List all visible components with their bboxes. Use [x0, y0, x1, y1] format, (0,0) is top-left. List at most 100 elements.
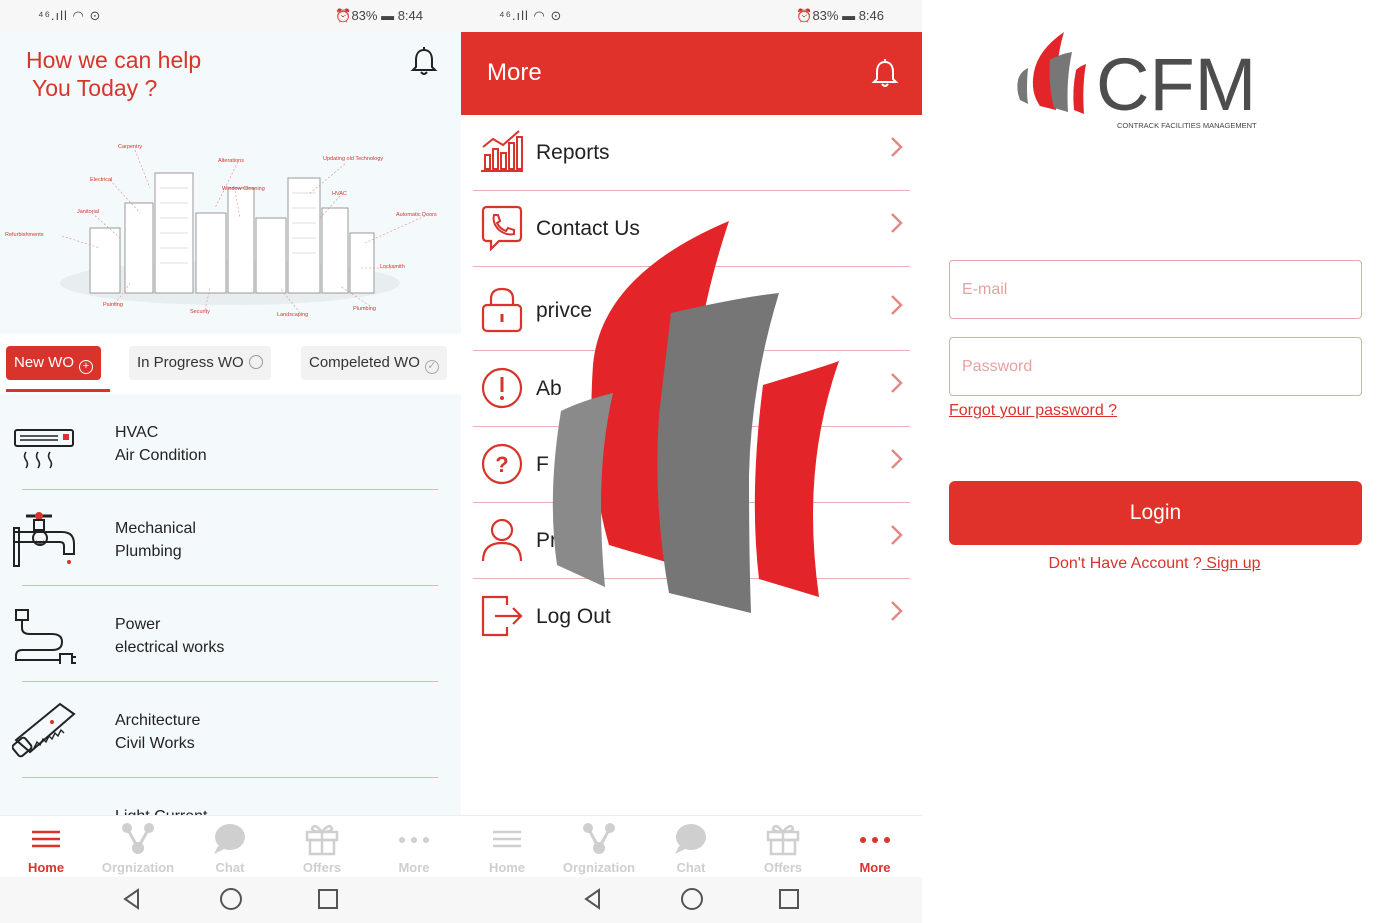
hero-label: Alterations: [218, 158, 244, 164]
no-account-text: Don't Have Account ?: [1048, 555, 1202, 572]
hero-label: Window Cleaning: [222, 186, 265, 192]
chevron-right-icon: [891, 295, 903, 315]
sign-up-link[interactable]: Sign up: [1202, 555, 1260, 572]
services-city-illustration: Carpentry Alterations Electrical Window …: [5, 144, 437, 318]
logout-icon: [481, 595, 523, 637]
svg-text:?: ?: [495, 452, 508, 477]
nav-organization[interactable]: Orgnization: [553, 816, 645, 878]
status-bar: ⁴⁶.ıll ◠ ⊙ ⏰83% ▬ 8:44: [0, 0, 461, 32]
logo-tagline: CONTRACK FACILITIES MANAGEMENT: [1117, 121, 1257, 130]
bottom-nav: Home Orgnization Chat Offers More: [0, 815, 461, 877]
password-field[interactable]: [949, 337, 1362, 396]
hero-label: Painting: [103, 302, 123, 308]
gift-icon: [305, 824, 339, 856]
email-field[interactable]: [949, 260, 1362, 319]
organization-icon: [122, 823, 154, 854]
nav-home[interactable]: Home: [0, 816, 92, 878]
service-subtitle: Air Condition: [115, 447, 207, 464]
organization-icon: [583, 823, 615, 854]
hero-label: Automatic Doors: [396, 212, 437, 218]
reports-chart-icon: [481, 130, 523, 172]
service-item-power[interactable]: Power electrical works: [0, 586, 461, 682]
chevron-right-icon: [891, 601, 903, 621]
question-icon: ?: [481, 443, 523, 485]
lock-icon: [481, 287, 523, 333]
nav-home[interactable]: Home: [461, 816, 553, 878]
menu-item-reports[interactable]: Reports: [473, 115, 910, 191]
menu-lines-icon: [493, 830, 521, 848]
login-screen: CFM CONTRACK FACILITIES MANAGEMENT Forgo…: [922, 0, 1387, 923]
menu-lines-icon: [32, 830, 60, 848]
service-item-mechanical[interactable]: Mechanical Plumbing: [0, 490, 461, 586]
circle-icon: [248, 355, 263, 369]
email-input[interactable]: [950, 261, 1361, 318]
back-icon[interactable]: [581, 887, 605, 911]
page-title: How we can help You Today ?: [26, 47, 202, 101]
service-subtitle: Plumbing: [115, 543, 182, 560]
tab-in-progress-wo[interactable]: In Progress WO: [129, 346, 271, 380]
recents-square-icon[interactable]: [777, 887, 801, 911]
recents-square-icon[interactable]: [316, 887, 340, 911]
nav-more[interactable]: More: [829, 816, 921, 878]
nav-organization[interactable]: Orgnization: [92, 816, 184, 878]
service-subtitle: electrical works: [115, 639, 225, 656]
service-title: HVAC: [115, 424, 159, 441]
back-icon[interactable]: [120, 887, 144, 911]
gift-icon: [766, 824, 800, 856]
more-dots-icon: [399, 837, 429, 843]
notification-bell-icon[interactable]: [869, 58, 901, 90]
cfm-logo-overlay: [552, 221, 839, 613]
hero-label: Refurbishments: [5, 232, 44, 238]
menu-label: Reports: [536, 141, 610, 164]
nav-offers[interactable]: Offers: [737, 816, 829, 878]
chevron-right-icon: [891, 373, 903, 393]
home-circle-icon[interactable]: [680, 887, 704, 911]
bottom-nav: Home Orgnization Chat Offers More: [461, 815, 922, 877]
nav-offers[interactable]: Offers: [276, 816, 368, 878]
plug-icon: [15, 609, 76, 664]
battery-clock: ⏰83% ▬ 8:46: [796, 8, 884, 23]
notification-bell-icon[interactable]: [408, 46, 440, 78]
hero-label: Janitorial: [77, 209, 99, 215]
chat-bubble-icon: [675, 824, 706, 854]
service-item-hvac[interactable]: HVAC Air Condition: [0, 394, 461, 490]
service-title: Power: [115, 616, 161, 633]
hero-label: Landscaping: [277, 312, 308, 318]
service-item-architecture[interactable]: Architecture Civil Works: [0, 682, 461, 778]
login-button[interactable]: Login: [949, 481, 1362, 545]
faucet-icon: [13, 512, 75, 567]
page-title: More: [487, 59, 542, 86]
service-subtitle: Civil Works: [115, 735, 195, 752]
nav-more[interactable]: More: [368, 816, 460, 878]
chevron-right-icon: [891, 213, 903, 233]
service-title: Architecture: [115, 712, 201, 729]
signal-wifi-indicators: ⁴⁶.ıll ◠ ⊙: [499, 8, 563, 23]
hero-label: Carpentry: [118, 144, 142, 150]
app-header: More: [461, 32, 922, 115]
status-bar: ⁴⁶.ıll ◠ ⊙ ⏰83% ▬ 8:46: [461, 0, 922, 32]
forgot-password-link[interactable]: Forgot your password ?: [949, 402, 1117, 420]
nav-chat[interactable]: Chat: [645, 816, 737, 878]
info-exclamation-icon: [481, 367, 523, 409]
hero-label: Locksmith: [380, 264, 405, 270]
chevron-right-icon: [891, 137, 903, 157]
hero-label: Plumbing: [353, 306, 376, 312]
hero-label: Updating old Technology: [323, 156, 383, 162]
chat-bubble-icon: [214, 824, 245, 854]
chevron-right-icon: [891, 449, 903, 469]
saw-icon: [12, 702, 76, 758]
password-input[interactable]: [950, 338, 1361, 395]
user-icon: [481, 518, 523, 562]
tab-completed-wo[interactable]: Compeleted WO ✓: [301, 346, 447, 380]
phone-chat-icon: [481, 205, 523, 251]
signup-prompt: Don't Have Account ? Sign up: [922, 555, 1387, 573]
tab-new-wo[interactable]: New WO +: [6, 346, 101, 380]
signal-wifi-indicators: ⁴⁶.ıll ◠ ⊙: [38, 8, 102, 23]
home-circle-icon[interactable]: [219, 887, 243, 911]
nav-chat[interactable]: Chat: [184, 816, 276, 878]
plus-circle-icon: +: [79, 360, 93, 374]
battery-clock: ⏰83% ▬ 8:44: [335, 8, 423, 23]
service-title: Mechanical: [115, 520, 196, 537]
chevron-right-icon: [891, 525, 903, 545]
hero-label: Security: [190, 309, 210, 315]
